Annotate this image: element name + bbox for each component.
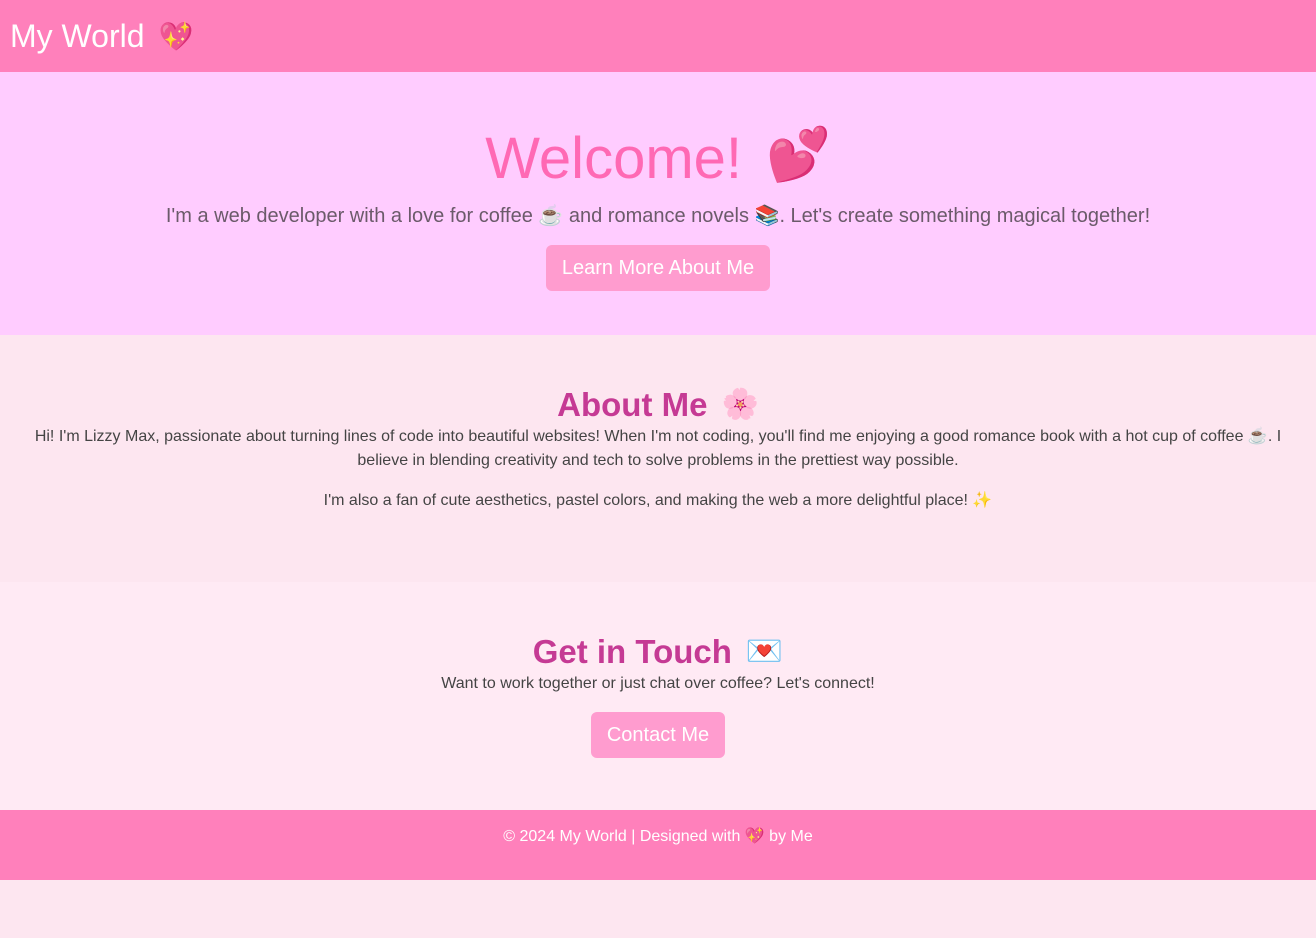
about-section: About Me 🌸 Hi! I'm Lizzy Max, passionate… [0, 335, 1316, 582]
two-hearts-icon: 💕 [766, 126, 831, 184]
brand-logo[interactable]: My World 💖 [10, 18, 193, 55]
hero-subtitle: I'm a web developer with a love for coff… [165, 205, 1151, 227]
cherry-blossom-icon: 🌸 [721, 388, 759, 421]
contact-me-button[interactable]: Contact Me [590, 712, 726, 758]
sparkling-heart-icon: 💖 [158, 20, 194, 52]
about-paragraph: Hi! I'm Lizzy Max, passionate about turn… [34, 428, 1282, 469]
hero-title: Welcome! 💕 [0, 124, 1316, 194]
about-title: About Me 🌸 [0, 385, 1316, 425]
footer-text: © 2024 My World | Designed with 💖 by Me [503, 828, 813, 845]
learn-more-button[interactable]: Learn More About Me [545, 245, 771, 291]
brand-title: My World [10, 17, 145, 54]
love-letter-icon: 💌 [745, 635, 784, 668]
hero-title-text: Welcome! [485, 126, 743, 191]
contact-section: Get in Touch 💌 Want to work together or … [0, 582, 1316, 810]
contact-title: Get in Touch 💌 [0, 632, 1316, 672]
about-title-text: About Me [557, 386, 708, 423]
contact-text: Want to work together or just chat over … [441, 675, 875, 692]
about-paragraph: I'm also a fan of cute aesthetics, paste… [323, 492, 993, 509]
top-navbar: My World 💖 [0, 0, 1316, 72]
footer: © 2024 My World | Designed with 💖 by Me [0, 810, 1316, 880]
hero-section: Welcome! 💕 I'm a web developer with a lo… [0, 72, 1316, 335]
contact-title-text: Get in Touch [532, 633, 732, 670]
